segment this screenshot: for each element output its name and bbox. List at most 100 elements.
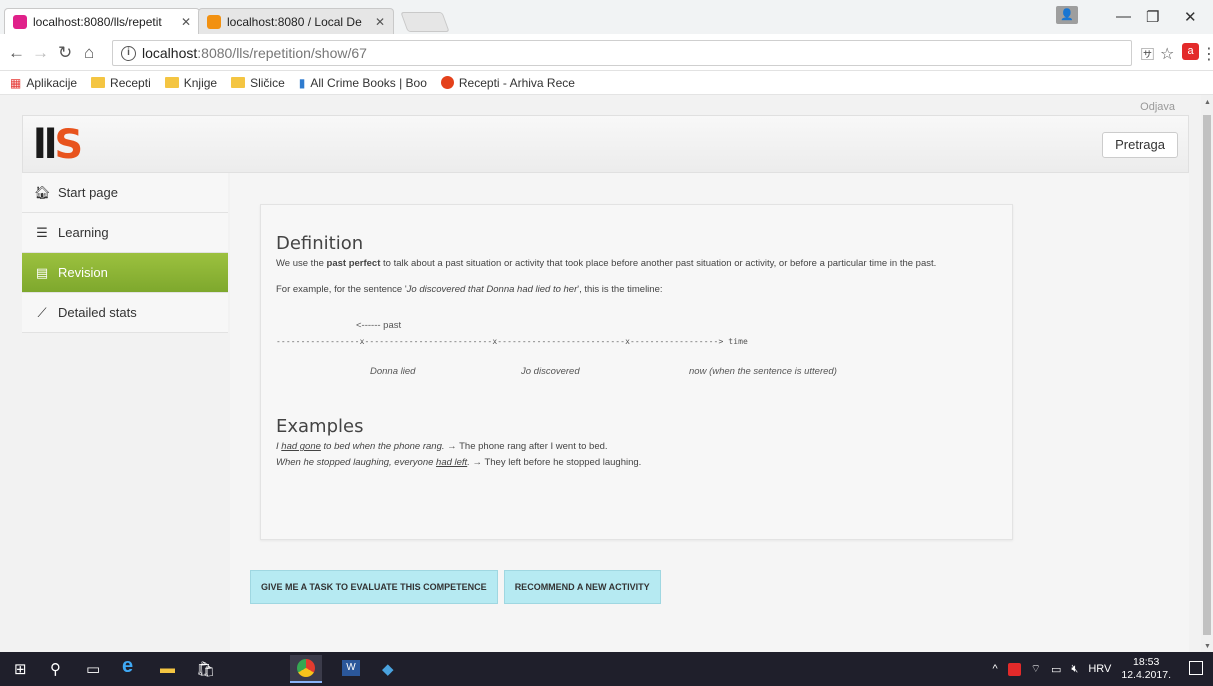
edge-icon[interactable]: e xyxy=(122,655,133,678)
sidebar-nav: 🏠︎ Start page ☰ Learning ▤ Revision ⟋ De… xyxy=(22,173,228,333)
folder-icon xyxy=(91,77,106,88)
timeline-line: -----------------x----------------------… xyxy=(276,337,748,346)
evaluate-competence-button[interactable]: GIVE ME A TASK TO EVALUATE THIS COMPETEN… xyxy=(250,570,498,604)
wifi-icon[interactable]: ⌔ xyxy=(1031,662,1041,676)
chart-icon: ⟋ xyxy=(37,304,47,320)
minimize-icon[interactable]: — xyxy=(1116,8,1131,28)
logo-letter-s: S xyxy=(54,122,83,168)
bookmark-knjige[interactable]: Knjige xyxy=(164,76,217,90)
windows-start-icon[interactable]: ⊞ xyxy=(14,660,27,678)
definition-example: For example, for the sentence 'Jo discov… xyxy=(276,284,663,295)
action-buttons: GIVE ME A TASK TO EVALUATE THIS COMPETEN… xyxy=(250,570,661,604)
page-scrollbar[interactable]: ▲ ▼ xyxy=(1201,95,1213,652)
bookmark-crime-books[interactable]: ▮ All Crime Books | Boo xyxy=(299,76,427,90)
translate-icon[interactable]: 🈂 xyxy=(1141,44,1154,63)
site-header: ll S Pretraga xyxy=(22,115,1189,173)
bookmark-icon: ▮ xyxy=(298,75,306,90)
example-item: I had gone to bed when the phone rang. →… xyxy=(276,441,608,452)
scroll-up-icon[interactable]: ▲ xyxy=(1204,99,1211,106)
back-icon[interactable]: ← xyxy=(8,43,25,63)
action-center-icon[interactable] xyxy=(1189,661,1203,675)
info-icon[interactable]: i xyxy=(121,45,136,61)
home-icon[interactable]: ⌂ xyxy=(84,43,94,63)
browser-tabbar: localhost:8080/lls/repetit ✕ localhost:8… xyxy=(0,0,1213,34)
bookmark-slicice[interactable]: Sličice xyxy=(231,76,285,90)
clock[interactable]: 18:53 12.4.2017. xyxy=(1121,656,1171,682)
recepti-icon xyxy=(440,76,454,89)
search-button[interactable]: Pretraga xyxy=(1102,132,1178,158)
example-item: When he stopped laughing, everyone had l… xyxy=(276,457,642,468)
chrome-icon xyxy=(297,659,315,677)
star-icon[interactable]: ☆ xyxy=(1160,44,1174,64)
forward-icon[interactable]: → xyxy=(32,43,49,63)
browser-toolbar: ← → ↻ ⌂ i localhost:8080/lls/repetition/… xyxy=(0,34,1213,71)
sidebar-item-label: Detailed stats xyxy=(58,305,137,320)
chrome-taskbar-button[interactable] xyxy=(290,655,322,683)
logo-letters-ll: ll xyxy=(33,122,57,168)
reload-icon[interactable]: ↻ xyxy=(58,43,72,63)
bookmarks-bar: ▦ Aplikacije Recepti Knjige Sličice ▮ Al… xyxy=(0,71,1213,95)
page-viewport: Odjava ll S Pretraga 🏠︎ Start page ☰ Lear… xyxy=(0,95,1201,652)
tray-chevron-icon[interactable]: ^ xyxy=(992,663,997,675)
recommend-activity-button[interactable]: RECOMMEND A NEW ACTIVITY xyxy=(503,570,661,604)
search-icon[interactable]: ⚲ xyxy=(50,660,61,678)
system-tray: ^ ⌔ ▭ 🔇︎ HRV 18:53 12.4.2017. xyxy=(992,656,1171,682)
bookmark-label: Recepti xyxy=(110,75,151,90)
sidebar-item-start-page[interactable]: 🏠︎ Start page xyxy=(22,173,228,213)
tab-title: localhost:8080/lls/repetit xyxy=(33,14,162,29)
sidebar-item-label: Revision xyxy=(58,265,108,280)
sidebar-item-detailed-stats[interactable]: ⟋ Detailed stats xyxy=(22,293,228,333)
battery-icon[interactable]: ▭ xyxy=(1051,663,1061,676)
sidebar-item-learning[interactable]: ☰ Learning xyxy=(22,213,228,253)
bookmark-label: Aplikacije xyxy=(26,75,78,90)
close-tab-icon[interactable]: ✕ xyxy=(181,15,191,29)
input-language[interactable]: HRV xyxy=(1088,663,1111,675)
bookmark-apps[interactable]: ▦ Aplikacije xyxy=(10,76,77,90)
tab-favicon-icon xyxy=(13,14,27,29)
windows-taskbar: ⊞ ⚲ ▭ e ▬ 🛍︎ W ◆ ^ ⌔ ▭ 🔇︎ HRV 18:53 12.4… xyxy=(0,652,1213,686)
tab-repetition[interactable]: localhost:8080/lls/repetit ✕ xyxy=(4,8,200,34)
logout-link[interactable]: Odjava xyxy=(1140,101,1175,113)
sidebar-item-label: Start page xyxy=(58,185,118,200)
bookmark-recepti[interactable]: Recepti xyxy=(91,76,151,90)
acrobat-extension-icon[interactable]: a xyxy=(1182,43,1199,60)
sidebar-item-revision[interactable]: ▤ Revision xyxy=(22,253,228,293)
word-icon[interactable]: W xyxy=(342,660,360,676)
folder-icon xyxy=(164,77,179,88)
timeline-label-now: now (when the sentence is uttered) xyxy=(689,366,837,377)
timeline-label-donna-lied: Donna lied xyxy=(370,366,416,377)
tab-title: localhost:8080 / Local De xyxy=(227,14,362,29)
competence-card: Definition We use the past perfect to ta… xyxy=(260,204,1013,540)
tab-phpmyadmin[interactable]: localhost:8080 / Local De ✕ xyxy=(198,8,394,34)
person-icon[interactable]: 👤 xyxy=(1056,6,1078,24)
address-bar[interactable]: i localhost:8080/lls/repetition/show/67 xyxy=(112,40,1132,66)
store-icon[interactable]: 🛍︎ xyxy=(196,660,215,678)
app-cube-icon[interactable]: ◆ xyxy=(382,660,394,678)
book-icon: ▤ xyxy=(35,264,49,280)
file-explorer-icon[interactable]: ▬ xyxy=(160,660,175,677)
home-icon: 🏠︎ xyxy=(34,184,51,200)
new-tab-button[interactable] xyxy=(400,12,450,32)
address-path: :8080/lls/repetition/show/67 xyxy=(197,45,367,61)
timeline-diagram: <------ past -----------------x---------… xyxy=(276,310,997,406)
menu-icon[interactable]: ⋮ xyxy=(1201,44,1213,64)
definition-heading: Definition xyxy=(276,233,364,254)
bookmark-recepti-arhiva[interactable]: Recepti - Arhiva Rece xyxy=(440,75,575,90)
volume-muted-icon[interactable]: 🔇︎ xyxy=(1071,663,1078,676)
examples-heading: Examples xyxy=(276,416,364,437)
definition-text: We use the past perfect to talk about a … xyxy=(276,258,937,269)
close-window-icon[interactable]: ✕ xyxy=(1184,8,1197,28)
task-view-icon[interactable]: ▭ xyxy=(86,660,100,678)
apps-grid-icon: ▦ xyxy=(10,75,22,90)
restore-icon[interactable]: ❐ xyxy=(1146,8,1159,28)
scrollbar-thumb[interactable] xyxy=(1203,115,1211,635)
close-tab-icon[interactable]: ✕ xyxy=(375,15,385,29)
scroll-down-icon[interactable]: ▼ xyxy=(1204,643,1211,650)
timeline-past-label: <------ past xyxy=(356,320,402,331)
tab-favicon-icon xyxy=(207,14,221,29)
bookmark-label: Recepti - Arhiva Rece xyxy=(458,75,575,90)
books-icon: ☰ xyxy=(36,224,48,240)
address-host: localhost xyxy=(142,45,198,61)
acrobat-tray-icon[interactable] xyxy=(1007,662,1021,676)
lls-logo[interactable]: ll S xyxy=(33,124,101,166)
